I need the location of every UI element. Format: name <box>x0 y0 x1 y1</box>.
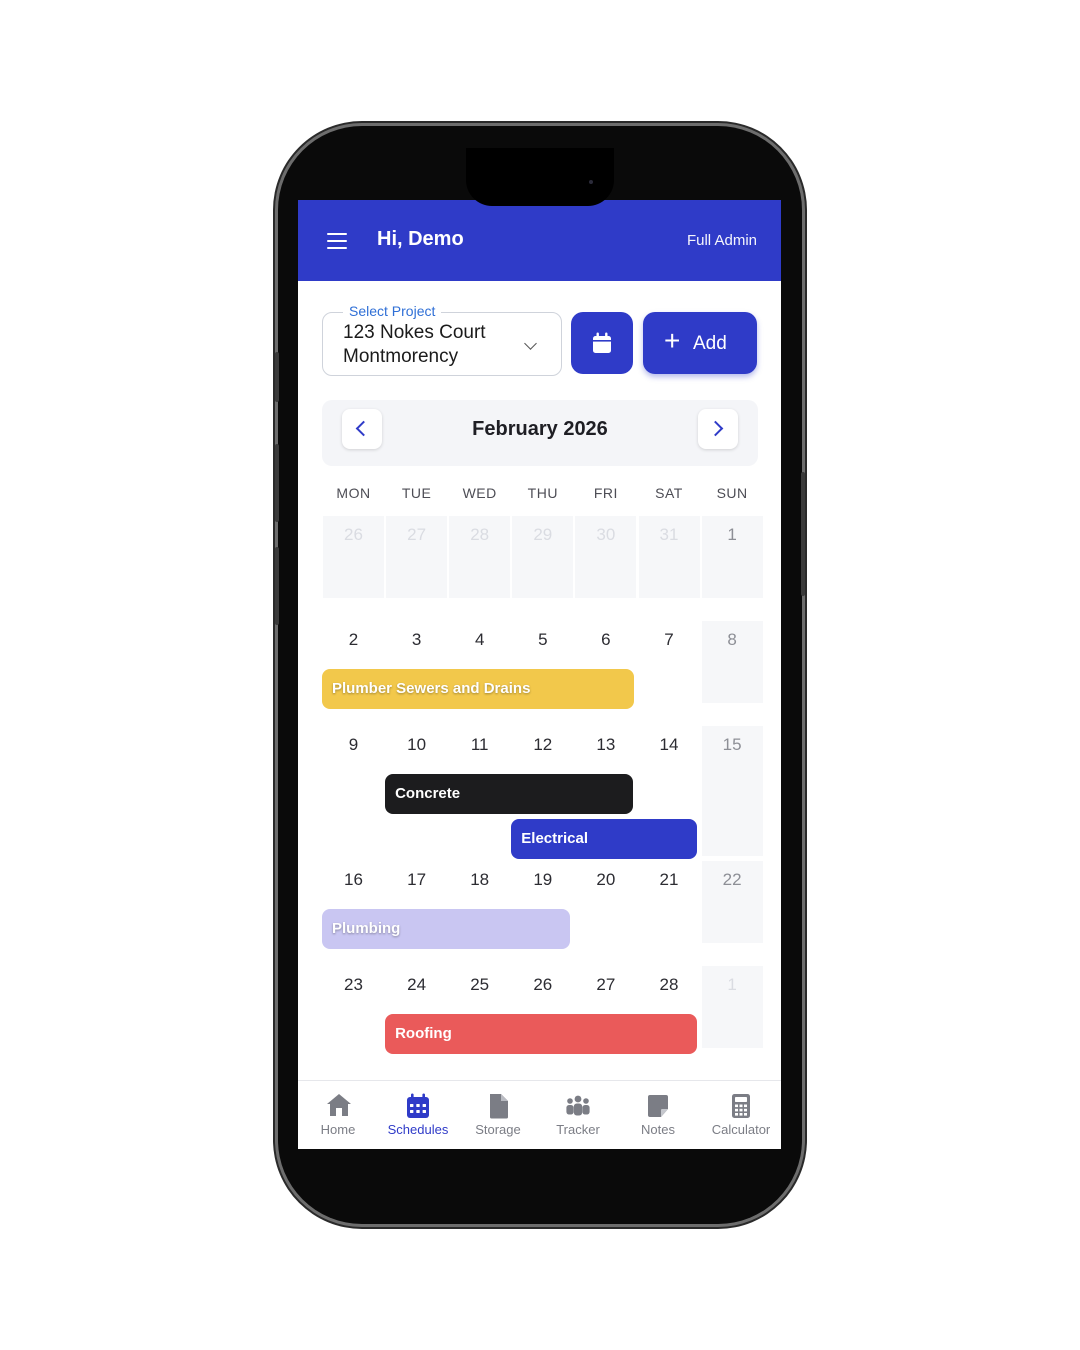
tab-tracker[interactable]: Tracker <box>538 1081 618 1149</box>
user-role: Full Admin <box>686 232 757 249</box>
day-number[interactable]: 31 <box>638 525 701 545</box>
calendar-view-button[interactable] <box>571 312 633 374</box>
event-bar[interactable]: Plumbing <box>322 909 571 949</box>
weekday-label: FRI <box>593 485 618 501</box>
day-number[interactable]: 17 <box>385 870 448 890</box>
weekday-label: SAT <box>655 485 683 501</box>
volume-up-button <box>275 444 279 522</box>
project-address-line2: Montmorency <box>343 346 459 367</box>
day-number[interactable]: 19 <box>511 870 574 890</box>
day-number[interactable]: 26 <box>511 975 574 995</box>
day-number[interactable]: 8 <box>701 630 764 650</box>
day-number[interactable]: 27 <box>574 975 637 995</box>
day-number[interactable]: 22 <box>701 870 764 890</box>
people-icon <box>566 1095 590 1116</box>
tab-tracker-label: Tracker <box>556 1122 600 1137</box>
day-number[interactable]: 24 <box>385 975 448 995</box>
day-number[interactable]: 27 <box>385 525 448 545</box>
month-navigator: February 2026 <box>322 400 758 466</box>
weekday-label: THU <box>527 485 558 501</box>
day-number[interactable]: 25 <box>448 975 511 995</box>
day-number[interactable]: 6 <box>574 630 637 650</box>
app-screen: Hi, Demo Full Admin Select Project 123 N… <box>298 200 781 1149</box>
day-number[interactable]: 26 <box>322 525 385 545</box>
tab-schedules[interactable]: Schedules <box>378 1081 458 1149</box>
day-number[interactable]: 9 <box>322 735 385 755</box>
calculator-icon <box>732 1094 750 1118</box>
tab-home-label: Home <box>320 1122 356 1137</box>
day-number[interactable]: 13 <box>574 735 637 755</box>
greeting: Hi, Demo <box>377 228 464 250</box>
chevron-right-icon <box>707 420 724 437</box>
add-button-label: Add <box>693 333 727 354</box>
day-number[interactable]: 5 <box>511 630 574 650</box>
bottom-tab-bar: Home Schedules Storage Tracker Notes Cal… <box>298 1080 781 1149</box>
day-number[interactable]: 3 <box>385 630 448 650</box>
next-month-button[interactable] <box>698 409 738 449</box>
volume-down-button <box>275 547 279 625</box>
day-number[interactable]: 7 <box>638 630 701 650</box>
day-number[interactable]: 2 <box>322 630 385 650</box>
day-number[interactable]: 30 <box>574 525 637 545</box>
project-select-value: 123 Nokes Court Montmorency <box>343 321 486 369</box>
day-number[interactable]: 29 <box>511 525 574 545</box>
day-number[interactable]: 14 <box>638 735 701 755</box>
day-number[interactable]: 16 <box>322 870 385 890</box>
day-number[interactable]: 20 <box>574 870 637 890</box>
calendar-icon <box>407 1093 429 1118</box>
tab-home[interactable]: Home <box>298 1081 378 1149</box>
tab-schedules-label: Schedules <box>387 1122 449 1137</box>
project-select[interactable]: Select Project 123 Nokes Court Montmoren… <box>322 303 562 376</box>
day-number[interactable]: 18 <box>448 870 511 890</box>
tab-storage[interactable]: Storage <box>458 1081 538 1149</box>
day-number[interactable]: 21 <box>638 870 701 890</box>
day-number[interactable]: 10 <box>385 735 448 755</box>
menu-icon[interactable] <box>327 233 347 249</box>
camera-dot <box>589 180 593 184</box>
day-number[interactable]: 23 <box>322 975 385 995</box>
weekday-label: MON <box>336 485 371 501</box>
project-address-line1: 123 Nokes Court <box>343 322 486 343</box>
weekday-label: TUE <box>401 485 432 501</box>
tab-notes-label: Notes <box>641 1122 675 1137</box>
tab-storage-label: Storage <box>475 1122 521 1137</box>
day-number[interactable]: 1 <box>701 525 764 545</box>
add-button[interactable]: + Add <box>643 312 757 374</box>
tab-calculator-label: Calculator <box>711 1122 771 1137</box>
weekday-label: SUN <box>716 485 748 501</box>
day-number[interactable]: 11 <box>448 735 511 755</box>
app-bar: Hi, Demo Full Admin <box>298 200 781 281</box>
day-number[interactable]: 1 <box>701 975 764 995</box>
dynamic-island <box>466 148 614 206</box>
chevron-down-icon <box>524 337 537 350</box>
power-button <box>801 472 805 596</box>
plus-icon: + <box>664 325 681 356</box>
event-bar[interactable]: Electrical <box>511 819 697 859</box>
tab-notes[interactable]: Notes <box>618 1081 698 1149</box>
event-bar[interactable]: Roofing <box>385 1014 697 1054</box>
event-bar[interactable]: Concrete <box>385 774 634 814</box>
day-number[interactable]: 28 <box>638 975 701 995</box>
day-number[interactable]: 15 <box>701 735 764 755</box>
event-bar[interactable]: Plumber Sewers and Drains <box>322 669 634 709</box>
file-icon <box>490 1094 508 1119</box>
month-title: February 2026 <box>472 418 608 440</box>
project-select-label: Select Project <box>343 303 442 319</box>
home-icon <box>327 1094 351 1116</box>
calendar-icon <box>593 332 611 353</box>
note-icon <box>648 1095 668 1117</box>
mute-switch <box>275 352 279 402</box>
day-number[interactable]: 4 <box>448 630 511 650</box>
tab-calculator[interactable]: Calculator <box>701 1081 781 1149</box>
day-number[interactable]: 12 <box>511 735 574 755</box>
day-number[interactable]: 28 <box>448 525 511 545</box>
weekday-label: WED <box>462 485 497 501</box>
